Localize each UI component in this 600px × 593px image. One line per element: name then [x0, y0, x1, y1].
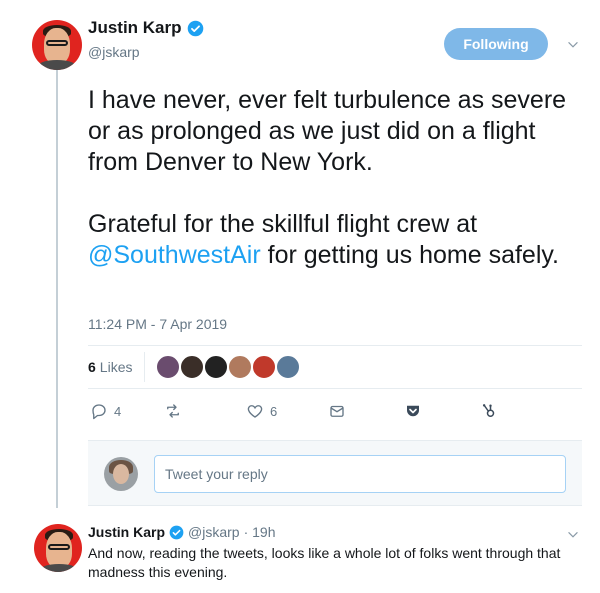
author-name-row[interactable]: Justin Karp — [88, 18, 204, 38]
tweet-paragraph-1: I have never, ever felt turbulence as se… — [88, 86, 567, 176]
liker-avatar[interactable] — [275, 354, 302, 380]
likes-count[interactable]: 6 Likes — [88, 352, 146, 382]
like-count: 6 — [270, 403, 278, 419]
reply-author-handle[interactable]: @jskarp — [188, 524, 240, 540]
tweet-text: I have never, ever felt turbulence as se… — [88, 85, 578, 271]
envelope-icon — [330, 405, 344, 417]
reply-time[interactable]: · 19h — [244, 524, 276, 540]
tweet-paragraph-2: Grateful for the skillful flight crew at… — [88, 210, 559, 269]
likes-row: 6 Likes — [88, 352, 302, 382]
liker-avatars — [155, 354, 302, 380]
reply-text: And now, reading the tweets, looks like … — [88, 545, 561, 580]
divider — [88, 388, 582, 389]
pocket-icon — [407, 405, 419, 417]
reply-composer — [88, 440, 582, 506]
verified-badge-icon — [169, 525, 184, 539]
reply-action[interactable]: 4 — [90, 402, 121, 420]
reply-count: 4 — [114, 403, 122, 419]
current-user-avatar — [104, 457, 138, 491]
pocket-action[interactable] — [404, 402, 422, 420]
verified-badge-icon — [187, 20, 203, 36]
divider — [88, 345, 582, 346]
retweet-action[interactable] — [164, 402, 182, 420]
hubspot-action[interactable] — [480, 402, 498, 420]
liker-avatar[interactable] — [155, 354, 182, 380]
liker-avatar[interactable] — [227, 354, 254, 380]
reply-header: Justin Karp @jskarp · 19h — [88, 524, 276, 540]
liker-avatar[interactable] — [179, 354, 206, 380]
like-action[interactable]: 6 — [246, 402, 277, 420]
hubspot-icon — [482, 404, 495, 417]
tweet-actions: 4 6 — [88, 402, 508, 426]
liker-avatar[interactable] — [203, 354, 230, 380]
thread-line — [56, 68, 58, 508]
reply-input[interactable] — [154, 455, 566, 493]
tweet-timestamp[interactable]: 11:24 PM - 7 Apr 2019 — [88, 316, 227, 332]
author-name[interactable]: Justin Karp — [88, 18, 182, 38]
retweet-icon — [167, 404, 179, 418]
chevron-down-icon[interactable] — [566, 38, 580, 52]
reply-author-name[interactable]: Justin Karp — [88, 524, 165, 540]
author-handle[interactable]: @jskarp — [88, 44, 140, 60]
chevron-down-icon[interactable] — [566, 528, 580, 542]
reply-author-avatar[interactable] — [34, 524, 82, 572]
following-button[interactable]: Following — [444, 28, 548, 60]
reply-icon — [92, 404, 106, 420]
dm-action[interactable] — [328, 402, 346, 420]
heart-icon — [247, 405, 263, 418]
mention-link[interactable]: @SouthwestAir — [88, 241, 261, 269]
author-avatar[interactable] — [32, 20, 82, 70]
liker-avatar[interactable] — [251, 354, 278, 380]
